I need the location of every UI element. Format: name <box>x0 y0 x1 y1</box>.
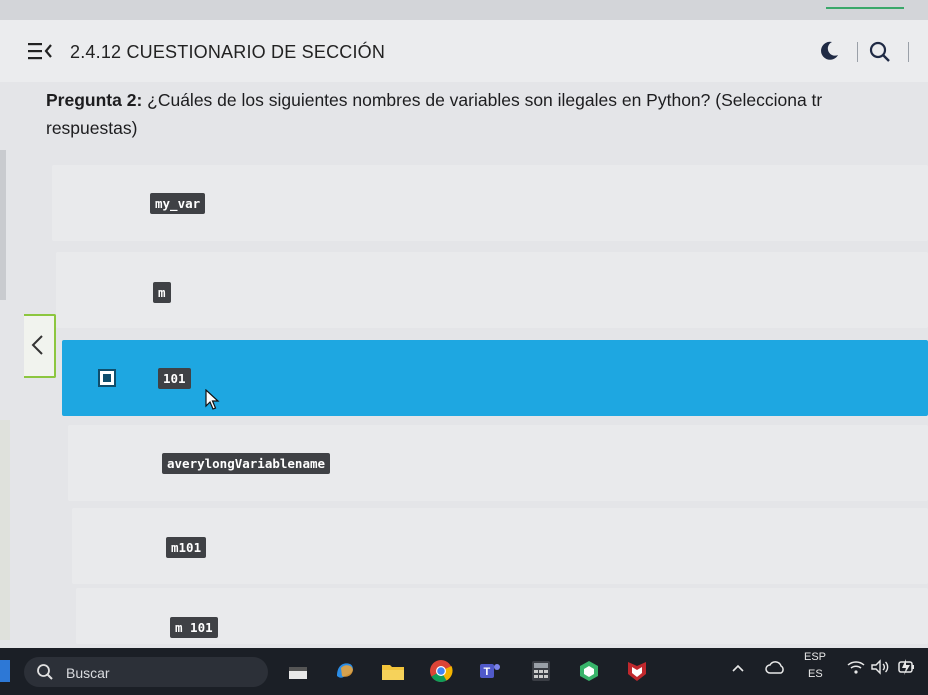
cloud-icon[interactable] <box>764 658 786 678</box>
shield-app-icon[interactable] <box>576 658 602 684</box>
wifi-icon[interactable] <box>846 658 866 676</box>
page-title: 2.4.12 CUESTIONARIO DE SECCIÓN <box>70 42 386 62</box>
collapse-menu-icon[interactable] <box>28 42 54 60</box>
chevron-up-icon[interactable] <box>730 660 746 676</box>
teams-icon[interactable]: T <box>476 658 502 684</box>
svg-text:T: T <box>484 666 491 678</box>
previous-question-button[interactable] <box>24 314 56 378</box>
question-text: Pregunta 2: ¿Cuáles de los siguientes no… <box>46 86 926 142</box>
answer-option[interactable]: m 101 <box>76 588 928 644</box>
option-code: my_var <box>150 193 206 214</box>
question-label: Pregunta 2: <box>46 90 143 110</box>
option-code: m <box>153 282 171 303</box>
search-icon <box>37 664 53 680</box>
header-divider <box>857 42 858 62</box>
answer-option[interactable]: m <box>56 252 928 328</box>
start-button[interactable] <box>0 660 10 682</box>
copilot-icon[interactable] <box>332 658 358 684</box>
answer-option[interactable]: m101 <box>72 508 928 584</box>
left-edge-panel <box>0 420 10 640</box>
option-code: m101 <box>166 537 207 558</box>
dark-mode-moon-icon[interactable] <box>818 40 840 62</box>
input-language-code[interactable]: ESP <box>804 651 826 663</box>
task-view-icon[interactable] <box>286 658 312 684</box>
header-divider <box>908 42 909 62</box>
option-checkbox-checked[interactable] <box>98 369 116 387</box>
answer-option[interactable]: my_var <box>52 165 928 241</box>
option-code: 101 <box>158 368 191 389</box>
answer-option-selected[interactable]: 101 <box>62 340 928 416</box>
option-code: averylongVariablename <box>162 453 331 474</box>
search-icon[interactable] <box>868 40 892 64</box>
calculator-app-icon[interactable] <box>528 658 554 684</box>
mouse-cursor-icon <box>205 389 220 410</box>
windows-taskbar: Buscar T ESP ES <box>0 648 928 695</box>
progress-accent <box>826 7 904 9</box>
file-explorer-icon[interactable] <box>380 658 406 684</box>
mcafee-icon[interactable] <box>624 658 650 684</box>
keyboard-layout-code[interactable]: ES <box>808 668 823 680</box>
question-body-continued: respuestas) <box>46 118 138 138</box>
chevron-left-icon <box>31 335 43 355</box>
left-edge-panel <box>0 150 6 300</box>
chrome-icon[interactable] <box>428 658 454 684</box>
option-code: m 101 <box>170 617 218 638</box>
volume-icon[interactable] <box>870 658 890 676</box>
question-body: ¿Cuáles de los siguientes nombres de var… <box>142 90 823 110</box>
taskbar-search-placeholder: Buscar <box>66 665 110 681</box>
battery-charging-icon[interactable] <box>896 656 916 678</box>
taskbar-search-box[interactable]: Buscar <box>24 657 268 687</box>
answer-option[interactable]: averylongVariablename <box>68 425 928 501</box>
top-strip <box>0 0 928 20</box>
